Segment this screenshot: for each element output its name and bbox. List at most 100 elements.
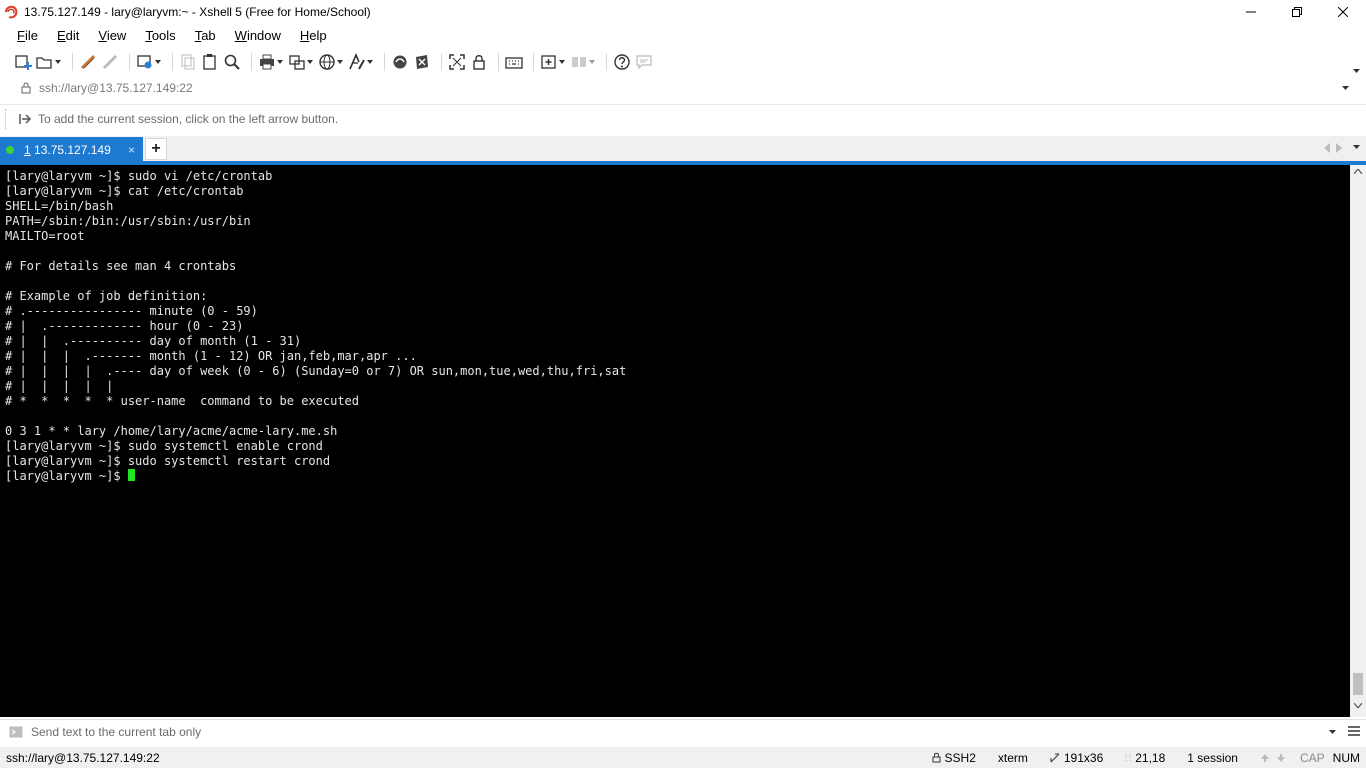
lock-icon [932,752,941,763]
menu-window[interactable]: Window [232,28,284,43]
keyboard-button[interactable] [505,51,523,73]
find-button[interactable] [223,51,241,73]
resize-icon [1050,753,1060,762]
tab-label: 1 13.75.127.149 [24,142,111,157]
address-input[interactable]: ssh://lary@13.75.127.149:22 [39,81,1342,95]
title-bar: 13.75.127.149 - lary@laryvm:~ - Xshell 5… [0,0,1366,24]
status-num-lock: NUM [1332,750,1360,765]
paste-button[interactable] [201,51,219,73]
toolbar-separator [441,53,442,71]
menu-view[interactable]: View [95,28,129,43]
scrollbar-thumb[interactable] [1353,673,1363,695]
compose-input[interactable]: Send text to the current tab only [31,725,1329,739]
copy-button[interactable] [179,51,197,73]
status-sessions: 1 session [1187,750,1238,765]
menu-icon[interactable] [1348,726,1360,736]
toolbar-separator [129,53,130,71]
tab-close-icon[interactable]: × [128,143,135,157]
disconnect-icon [102,54,118,70]
tab-session-1[interactable]: 1 13.75.127.149 × [0,137,143,162]
properties-button[interactable] [136,51,162,73]
help-icon [614,54,630,70]
open-button[interactable] [36,51,62,73]
add-session-arrow-icon[interactable] [18,112,32,126]
reconnect-button[interactable] [79,51,97,73]
menu-tab[interactable]: Tab [192,28,219,43]
chevron-down-icon [588,51,596,73]
tab-navigation [1324,143,1342,153]
menu-help[interactable]: Help [297,28,330,43]
lock-icon [473,55,485,70]
terminal-line: SHELL=/bin/bash [5,199,114,213]
scroll-up-icon[interactable] [1354,169,1362,174]
transfer-icon [289,55,305,70]
cursor-position-icon [1125,753,1131,762]
layout-button[interactable] [570,51,596,73]
session-navigation [1260,753,1286,763]
close-window-button[interactable] [1320,0,1366,24]
xftp-button[interactable] [391,51,409,73]
reconnect-icon [80,54,96,70]
tab-scroll-left-icon[interactable] [1324,143,1330,153]
arrow-down-icon[interactable] [1276,753,1286,763]
search-icon [224,54,240,70]
xmanager-button[interactable] [413,51,431,73]
status-terminal-type: xterm [997,750,1028,765]
globe-icon [319,54,335,70]
chevron-down-icon [306,51,314,73]
script-button[interactable] [318,51,344,73]
chat-button[interactable] [635,51,653,73]
disconnect-button[interactable] [101,51,119,73]
terminal-line: PATH=/sbin:/bin:/usr/sbin:/usr/bin [5,214,251,228]
toolbar-options-icon[interactable] [1353,62,1360,76]
grip-handle [5,108,8,129]
terminal-line: # | | | | | [5,379,114,393]
print-button[interactable] [258,51,284,73]
compose-bar: Send text to the current tab only [0,719,1366,743]
scroll-down-icon[interactable] [1354,703,1362,708]
terminal-prompt: [lary@laryvm ~]$ [5,469,128,483]
fullscreen-button[interactable] [448,51,466,73]
terminal-line: # | .------------- hour (0 - 23) [5,319,244,333]
terminal-line: # Example of job definition: [5,289,208,303]
toolbar [0,48,1366,76]
layout-icon [572,57,586,67]
terminal-output[interactable]: [lary@laryvm ~]$ sudo vi /etc/crontab [l… [0,165,1350,717]
terminal-scrollbar[interactable] [1350,165,1366,717]
chevron-down-icon [276,51,284,73]
font-button[interactable] [348,51,374,73]
transfer-button[interactable] [288,51,314,73]
address-bar[interactable]: ssh://lary@13.75.127.149:22 [9,78,1357,98]
chevron-down-icon[interactable] [1342,86,1349,90]
minimize-button[interactable] [1228,0,1274,24]
tab-list-icon[interactable] [1353,145,1360,149]
add-tab-button[interactable] [540,51,566,73]
status-connection: ssh://lary@13.75.127.149:22 [6,750,160,765]
new-session-button[interactable] [14,51,32,73]
menu-tools[interactable]: Tools [142,28,178,43]
restore-button[interactable] [1274,0,1320,24]
properties-icon [137,55,152,69]
menu-edit[interactable]: Edit [54,28,82,43]
status-caps-lock: CAP [1299,750,1325,765]
new-session-icon [15,55,32,70]
status-size: 191x36 [1050,751,1103,765]
chevron-down-icon [366,51,374,73]
chat-icon [636,55,652,70]
arrow-up-icon[interactable] [1260,753,1270,763]
help-button[interactable] [613,51,631,73]
toolbar-separator [72,53,73,71]
lock-icon [21,82,31,94]
restore-icon [1292,7,1302,17]
session-hint-text: To add the current session, click on the… [38,111,339,126]
folder-icon [36,57,52,69]
tab-scroll-right-icon[interactable] [1336,143,1342,153]
lock-button[interactable] [470,51,488,73]
chevron-down-icon [558,51,566,73]
chevron-down-icon[interactable] [1329,729,1336,734]
new-tab-button[interactable]: + [145,138,167,160]
toolbar-separator [172,53,173,71]
menu-file[interactable]: File [14,28,41,43]
toolbar-separator [384,53,385,71]
